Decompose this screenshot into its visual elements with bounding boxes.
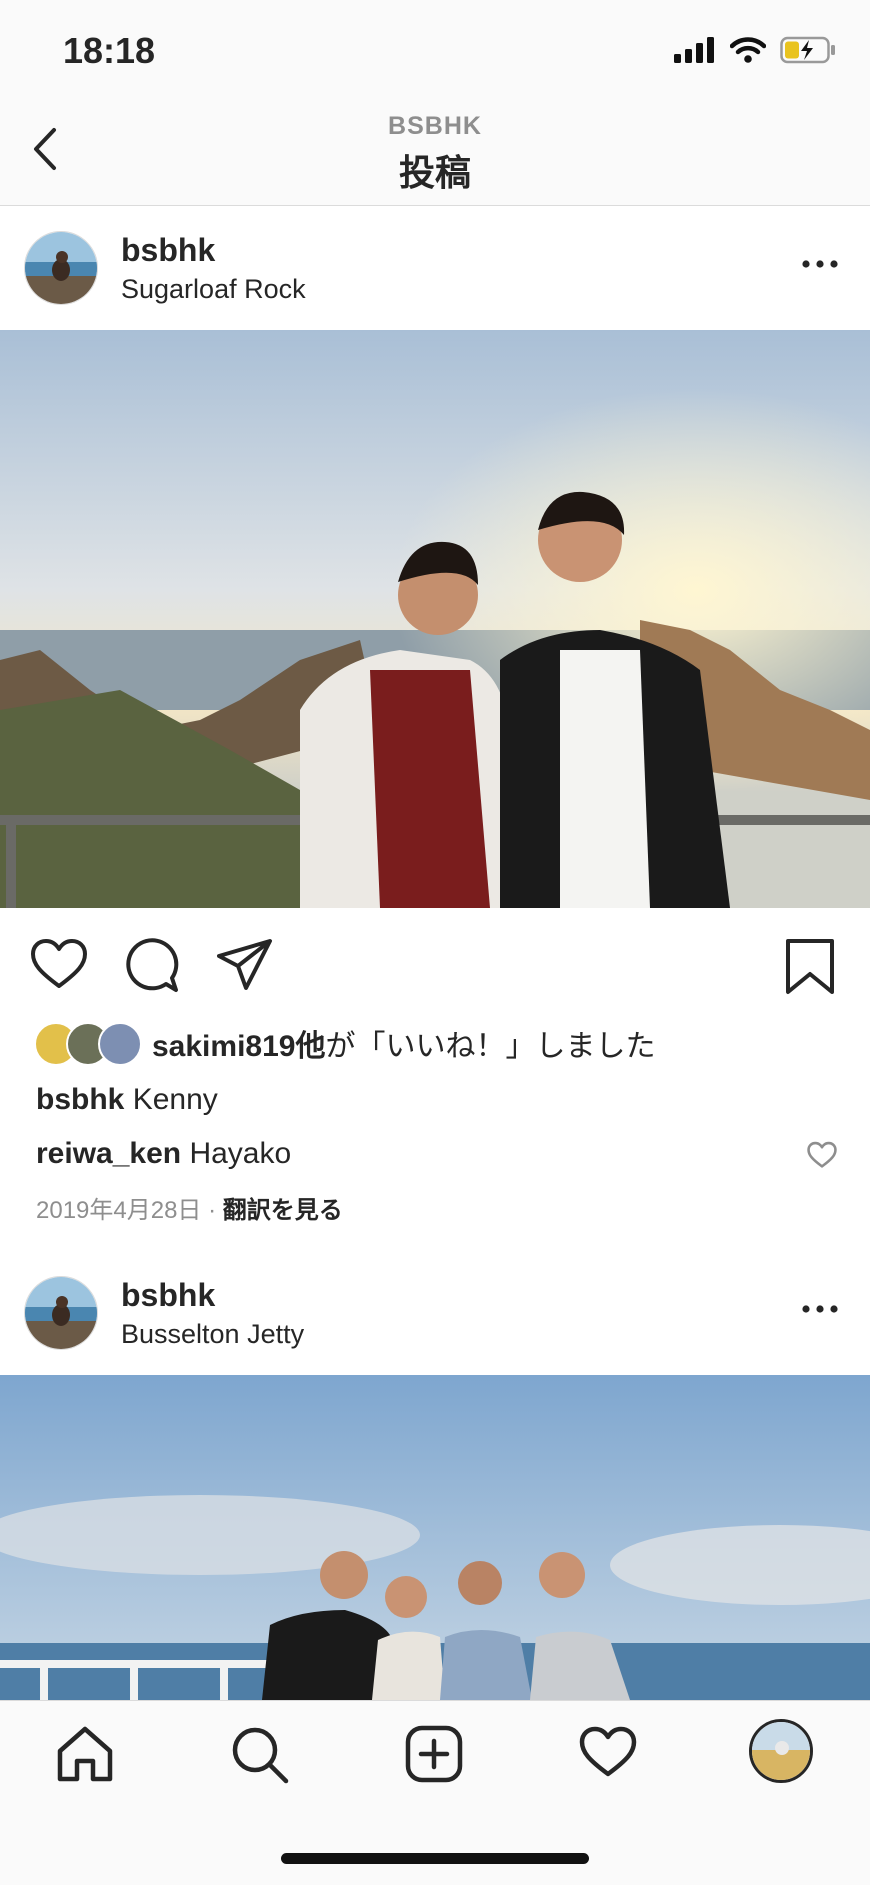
comment-username[interactable]: reiwa_ken (36, 1137, 181, 1170)
post-header: bsbhk Busselton Jetty (0, 1251, 870, 1375)
battery-icon (780, 36, 835, 64)
home-icon[interactable] (56, 1725, 114, 1783)
bookmark-icon[interactable] (785, 938, 835, 996)
post-date: 2019年4月28日 (36, 1197, 202, 1224)
share-icon[interactable] (216, 938, 274, 992)
post-username[interactable]: bsbhk (121, 1277, 215, 1314)
avatar[interactable] (24, 1276, 98, 1350)
likes-row[interactable]: sakimi819他が「いいね！」しました (34, 1020, 655, 1066)
status-icons (674, 36, 836, 64)
search-icon[interactable] (230, 1725, 290, 1785)
status-bar: 18:18 (0, 0, 870, 100)
post-photo[interactable] (0, 1375, 870, 1700)
profile-icon[interactable] (749, 1719, 813, 1783)
translate-link[interactable]: 翻訳を見る (223, 1197, 343, 1224)
nav-header: BSBHK 投稿 (0, 100, 870, 206)
avatar[interactable] (24, 231, 98, 305)
meta-separator: · (208, 1197, 217, 1224)
post-actions (0, 908, 870, 1018)
comment-icon[interactable] (124, 938, 180, 994)
home-indicator[interactable] (281, 1853, 589, 1864)
post-photo[interactable] (0, 330, 870, 908)
heart-icon[interactable] (30, 938, 88, 990)
liker-avatar (98, 1022, 142, 1066)
more-icon[interactable] (800, 1299, 840, 1319)
likes-user[interactable]: sakimi819他 (152, 1030, 325, 1063)
activity-icon[interactable] (579, 1725, 637, 1779)
caption-username[interactable]: bsbhk (36, 1083, 124, 1116)
comment: reiwa_ken Hayako (36, 1137, 291, 1171)
signal-icon (674, 37, 714, 63)
caption-text: Kenny (132, 1083, 218, 1116)
page-title: 投稿 (398, 152, 471, 193)
post-username[interactable]: bsbhk (121, 232, 215, 269)
header-account: BSBHK (388, 112, 482, 140)
comment-like-icon[interactable] (807, 1141, 837, 1169)
post-meta: 2019年4月28日 · 翻訳を見る (36, 1190, 343, 1225)
likes-text: sakimi819他が「いいね！」しました (152, 1021, 655, 1065)
more-icon[interactable] (800, 254, 840, 274)
post-location[interactable]: Sugarloaf Rock (121, 274, 306, 305)
post-location[interactable]: Busselton Jetty (121, 1319, 304, 1350)
caption: bsbhk Kenny (36, 1083, 218, 1117)
status-time: 18:18 (63, 30, 156, 71)
comment-text: Hayako (189, 1137, 292, 1170)
wifi-icon (730, 37, 766, 63)
likes-suffix: が「いいね！」しました (325, 1030, 656, 1063)
post-header: bsbhk Sugarloaf Rock (0, 206, 870, 330)
add-post-icon[interactable] (405, 1725, 463, 1783)
liker-avatars (34, 1020, 146, 1066)
